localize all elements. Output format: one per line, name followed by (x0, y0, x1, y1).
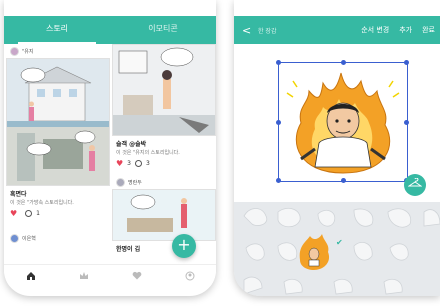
post-title: 슬객 @슬박 (116, 141, 147, 148)
post-author-name: "유지 (22, 48, 34, 55)
comment-count: 1 (36, 210, 40, 217)
editor-topbar: < 한 장감 순서 변경 추가 완료 (234, 16, 440, 44)
post-actions: ♥ 3 3 (112, 158, 216, 169)
done-button[interactable]: 완료 (417, 25, 440, 35)
resize-handle[interactable] (341, 60, 346, 65)
tab-story[interactable]: 스토리 (4, 16, 110, 44)
post-author-row[interactable]: 명란두 (112, 175, 216, 189)
story-image[interactable] (6, 58, 110, 186)
comic-house-illustration (7, 59, 109, 185)
post-author-name: 명란두 (128, 179, 142, 186)
resize-handle[interactable] (341, 178, 346, 183)
comment-icon[interactable] (135, 160, 142, 167)
hanger-icon[interactable] (404, 174, 426, 196)
story-feed: "유지 흑면다 이 것은 "가방속 스토리입니다. ♥ 1 이은혁 슬객 @슬박… (4, 44, 216, 264)
selected-check-icon: ✔ (336, 238, 343, 247)
post-author-row[interactable]: 이은혁 (6, 231, 110, 245)
comic-room-illustration (113, 45, 215, 135)
resize-handle[interactable] (276, 120, 281, 125)
comment-count: 3 (146, 160, 150, 167)
like-heart-icon[interactable]: ♥ (116, 159, 123, 168)
like-count: 3 (127, 160, 131, 167)
post-title: 한명이 김 (116, 246, 141, 253)
selected-sticker-frame[interactable] (276, 60, 409, 183)
comic-office-illustration (113, 190, 215, 240)
resize-handle[interactable] (404, 120, 409, 125)
story-image[interactable] (112, 189, 216, 241)
post-author-row[interactable]: "유지 (6, 44, 110, 58)
resize-handle[interactable] (276, 178, 281, 183)
edit-canvas[interactable] (234, 44, 440, 202)
sticker-palette: ✔ (234, 202, 440, 296)
screenshot-stage: 스토리 이모티콘 "유지 흑면다 이 것은 "가방속 스토리입니다. ♥ 1 이… (0, 0, 440, 307)
avatar (10, 46, 19, 56)
feed-column-right: 슬객 @슬박 이 것은 "유지의 스토리입니다. ♥ 3 3 명란두 한명이 김 (112, 44, 216, 264)
feed-tabbar: 스토리 이모티콘 (4, 16, 216, 44)
add-button[interactable]: 추가 (394, 25, 417, 35)
resize-handle[interactable] (276, 60, 281, 65)
avatar (10, 233, 19, 243)
post-author-name: 이은혁 (22, 235, 36, 242)
post-description: 이 것은 "유지의 스토리입니다. (116, 150, 180, 156)
post-description: 이 것은 "가방속 스토리입니다. (10, 200, 74, 206)
story-image[interactable] (112, 44, 216, 136)
add-story-button[interactable]: + (172, 234, 196, 258)
back-button[interactable]: < (234, 24, 254, 37)
avatar (116, 177, 125, 187)
home-icon[interactable] (22, 269, 40, 283)
heart-icon[interactable] (128, 269, 146, 283)
post-title: 흑면다 (10, 191, 27, 198)
story-feed-phone: 스토리 이모티콘 "유지 흑면다 이 것은 "가방속 스토리입니다. ♥ 1 이… (4, 0, 216, 296)
post-actions: ♥ 1 (6, 208, 110, 219)
reorder-button[interactable]: 순서 변경 (356, 25, 394, 35)
editor-title: 한 장감 (258, 27, 277, 35)
profile-icon[interactable] (181, 269, 199, 283)
like-heart-icon[interactable]: ♥ (10, 209, 17, 218)
feed-column-left: "유지 흑면다 이 것은 "가방속 스토리입니다. ♥ 1 이은혁 (6, 44, 110, 264)
emoticon-editor-phone: < 한 장감 순서 변경 추가 완료 ✔ (234, 0, 440, 296)
tab-emoticon[interactable]: 이모티콘 (110, 16, 216, 44)
flame-man-sticker (286, 72, 400, 174)
comment-icon[interactable] (25, 210, 33, 217)
sticker-thumbnails (234, 202, 440, 296)
resize-handle[interactable] (404, 60, 409, 65)
crown-icon[interactable] (75, 269, 93, 283)
bottom-navigation (4, 264, 216, 286)
